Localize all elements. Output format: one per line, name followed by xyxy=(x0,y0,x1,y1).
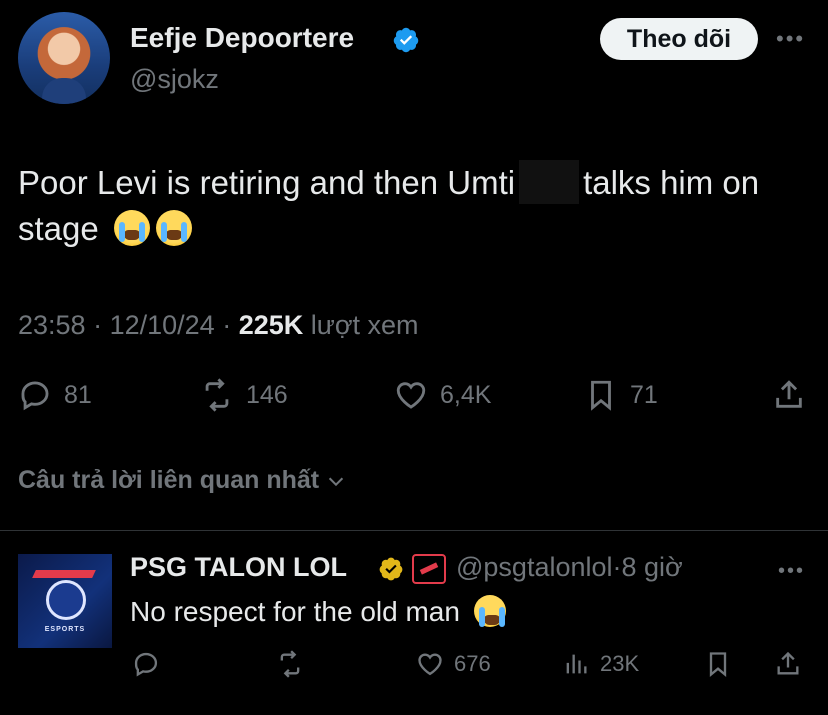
retweet-icon xyxy=(205,378,229,412)
reply-text-content: No respect for the old man xyxy=(130,596,460,627)
like-button[interactable]: 6,4K xyxy=(394,378,491,412)
bookmark-button[interactable]: 71 xyxy=(584,378,658,412)
analytics-icon xyxy=(566,654,587,674)
retweet-button[interactable]: 146 xyxy=(200,378,288,412)
tweet-date[interactable]: 12/10/24 xyxy=(110,310,215,340)
divider xyxy=(0,530,828,531)
crying-emoji-icon xyxy=(155,210,192,246)
reply-retweet-button[interactable] xyxy=(276,650,314,678)
more-options-icon[interactable]: ••• xyxy=(776,26,808,51)
share-icon xyxy=(776,380,802,408)
verified-badge-icon xyxy=(393,27,419,53)
share-icon xyxy=(777,651,799,675)
redacted-block xyxy=(519,160,580,204)
reply-more-options-icon[interactable]: ••• xyxy=(778,560,805,583)
reply-icon xyxy=(21,381,49,411)
share-button[interactable] xyxy=(772,378,806,412)
reply-views-button[interactable]: 23K xyxy=(562,650,639,678)
follow-button[interactable]: Theo dõi xyxy=(600,18,758,60)
tweet-meta: 23:58 · 12/10/24 · 225K lượt xem xyxy=(18,310,419,340)
logo-wing-shape xyxy=(32,570,96,578)
crying-emoji-icon xyxy=(113,210,150,246)
author-handle[interactable]: @sjokz xyxy=(130,64,219,95)
avatar-logo-text: ESPORTS xyxy=(44,626,86,633)
reply-icon xyxy=(134,652,158,677)
retweet-icon xyxy=(280,650,300,678)
views-count: 225K xyxy=(238,310,304,340)
crying-emoji-icon xyxy=(473,595,506,627)
reply-views-count: 23K xyxy=(600,651,640,676)
tweet-text: Poor Levi is retiring and then Umti talks… xyxy=(18,160,808,252)
reply-reply-button[interactable] xyxy=(132,650,170,678)
views-label: lượt xem xyxy=(310,310,419,340)
author-name[interactable]: Eefje Depoortere xyxy=(130,22,354,54)
reply-share-button[interactable] xyxy=(774,650,802,678)
like-count: 6,4K xyxy=(440,380,492,409)
reply-handle-time: @psgtalonlol·8 giờ xyxy=(456,552,683,582)
reply-time[interactable]: 8 giờ xyxy=(622,552,683,582)
gold-verified-badge-icon xyxy=(379,557,403,581)
chevron-down-icon xyxy=(329,477,344,486)
reply-author-name[interactable]: PSG TALON LOL xyxy=(130,552,347,583)
sort-label: Câu trả lời liên quan nhất xyxy=(18,466,320,494)
heart-icon xyxy=(418,653,442,676)
reply-author-avatar[interactable]: ESPORTS xyxy=(18,554,112,648)
tweet-time[interactable]: 23:58 xyxy=(18,310,86,340)
reply-handle[interactable]: @psgtalonlol xyxy=(456,552,613,582)
reply-like-button[interactable]: 676 xyxy=(416,650,491,678)
reply-sort-dropdown[interactable]: Câu trả lời liên quan nhất xyxy=(18,466,347,495)
reply-bookmark-button[interactable] xyxy=(704,650,732,678)
reply-button[interactable]: 81 xyxy=(18,378,92,412)
retweet-count: 146 xyxy=(246,380,288,409)
bookmark-icon xyxy=(591,380,611,411)
bookmark-icon xyxy=(709,652,727,677)
tweet-text-part-1: Poor Levi is retiring and then Umti xyxy=(18,164,516,201)
affiliate-badge-icon[interactable] xyxy=(412,554,446,584)
reply-count: 81 xyxy=(64,380,92,409)
heart-icon xyxy=(396,382,426,409)
author-avatar[interactable] xyxy=(18,12,110,104)
reply-text: No respect for the old man xyxy=(130,592,506,632)
psg-crest-icon xyxy=(46,580,86,620)
reply-like-count: 676 xyxy=(454,651,491,676)
bookmark-count: 71 xyxy=(630,380,658,409)
